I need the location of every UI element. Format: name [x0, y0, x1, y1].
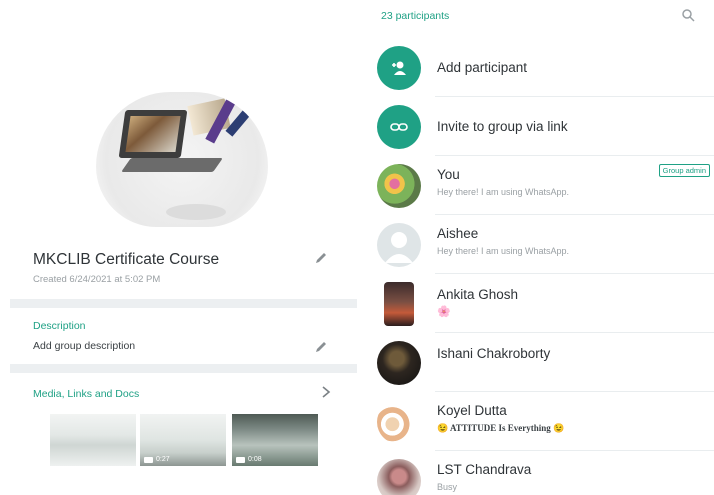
participant-status: Busy [437, 482, 458, 492]
video-duration: 0:08 [248, 456, 262, 463]
add-person-icon [377, 46, 421, 90]
participant-row[interactable]: Koyel Dutta 😉 ATTITUDE Is Everything 😉 [357, 392, 714, 451]
invite-via-link-label: Invite to group via link [437, 119, 568, 134]
media-thumbnail[interactable]: 0:08 [232, 414, 318, 466]
group-name: MKCLIB Certificate Course [33, 251, 220, 268]
invite-via-link-button[interactable]: Invite to group via link [357, 97, 714, 156]
participant-status: Hey there! I am using WhatsApp. [437, 246, 570, 256]
video-duration-badge: 0:27 [144, 456, 170, 463]
search-icon[interactable] [681, 8, 695, 22]
description-field[interactable]: Add group description [33, 340, 135, 352]
section-divider [10, 299, 357, 308]
add-participant-button[interactable]: Add participant [357, 38, 714, 97]
avatar [384, 282, 414, 326]
edit-description-pencil-icon[interactable] [314, 340, 328, 354]
avatar [377, 164, 421, 208]
participants-panel: 23 participants Add participant Invite t… [357, 0, 714, 495]
participant-name: Koyel Dutta [437, 403, 507, 418]
avatar [377, 341, 421, 385]
video-camera-icon [236, 456, 245, 463]
media-links-docs-label[interactable]: Media, Links and Docs [33, 388, 139, 400]
edit-name-pencil-icon[interactable] [314, 251, 328, 265]
link-icon [377, 105, 421, 149]
participant-status: 😉 ATTITUDE Is Everything 😉 [437, 423, 565, 433]
participant-row[interactable]: Ankita Ghosh 🌸 [357, 274, 714, 333]
laptop-screen-graphic [118, 110, 188, 158]
participant-row[interactable]: You Hey there! I am using WhatsApp. Grou… [357, 156, 714, 215]
description-label: Description [33, 320, 86, 332]
chevron-right-icon[interactable] [320, 385, 332, 399]
group-photo[interactable] [96, 92, 268, 227]
photo-shadow [166, 204, 226, 220]
participants-count: 23 participants [381, 10, 450, 22]
avatar [377, 459, 421, 495]
video-camera-icon [144, 456, 153, 463]
laptop-base-graphic [121, 158, 223, 172]
video-duration-badge: 0:08 [236, 456, 262, 463]
participant-row[interactable]: Ishani Chakroborty [357, 333, 714, 392]
group-created-date: Created 6/24/2021 at 5:02 PM [33, 274, 161, 285]
participant-status: 🌸 [437, 306, 451, 318]
participant-row[interactable]: Aishee Hey there! I am using WhatsApp. [357, 215, 714, 274]
participant-row[interactable]: LST Chandrava Busy [357, 451, 714, 495]
section-divider [10, 364, 357, 373]
participant-name: Aishee [437, 226, 479, 241]
participant-name: You [437, 167, 460, 182]
participant-name: Ishani Chakroborty [437, 346, 551, 361]
media-thumbnail[interactable] [50, 414, 136, 466]
participant-name: LST Chandrava [437, 462, 532, 477]
group-info-panel: MKCLIB Certificate Course Created 6/24/2… [0, 0, 357, 495]
avatar [377, 400, 421, 444]
add-participant-label: Add participant [437, 60, 528, 75]
participant-status: Hey there! I am using WhatsApp. [437, 187, 570, 197]
media-thumbnail[interactable]: 0:27 [140, 414, 226, 466]
group-admin-badge: Group admin [658, 164, 710, 177]
video-duration: 0:27 [156, 456, 170, 463]
participant-name: Ankita Ghosh [437, 287, 519, 302]
default-avatar-icon [377, 223, 421, 267]
